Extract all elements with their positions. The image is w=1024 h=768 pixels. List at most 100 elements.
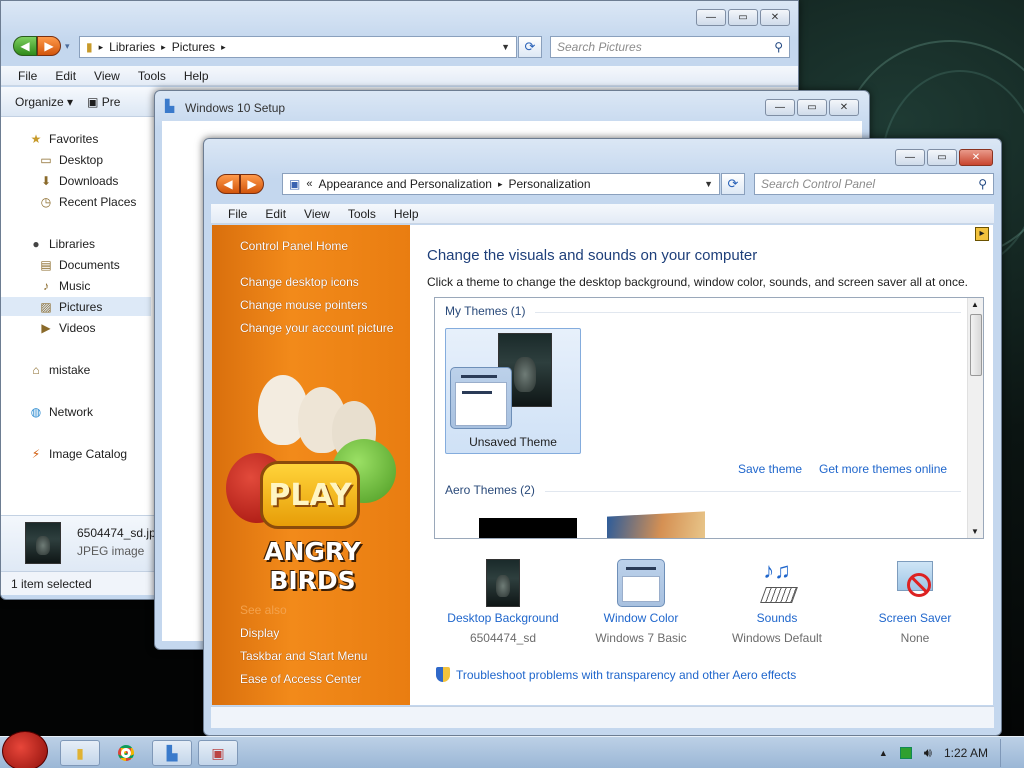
back-button[interactable]: ◀: [13, 36, 37, 56]
screen-saver-item[interactable]: Screen Saver None: [850, 559, 980, 645]
desktop-background-item[interactable]: Desktop Background 6504474_sd: [438, 559, 568, 645]
menu-view[interactable]: View: [85, 69, 129, 83]
setup-icon: ▙: [165, 99, 175, 113]
cp-caption-buttons: — ▭ ✕: [895, 149, 993, 166]
maximize-button[interactable]: ▭: [728, 9, 758, 26]
sidebar-item-mistake[interactable]: ⌂ mistake: [1, 360, 151, 379]
scroll-down-icon[interactable]: ▼: [971, 527, 979, 536]
organize-button[interactable]: Organize ▾: [15, 95, 73, 109]
minimize-button[interactable]: —: [696, 9, 726, 26]
theme-list[interactable]: My Themes (1) Unsaved Theme Save theme G…: [434, 297, 984, 539]
theme-preview-window: [450, 367, 512, 429]
sidebar-item-label: Documents: [59, 257, 120, 272]
menu-file[interactable]: File: [9, 69, 46, 83]
menu-view[interactable]: View: [295, 207, 339, 221]
sidebar-item-favorites[interactable]: ★ Favorites: [1, 129, 151, 148]
explorer-taskbar-button[interactable]: ▮: [60, 740, 100, 766]
chrome-taskbar-button[interactable]: [106, 740, 146, 766]
sounds-item[interactable]: ♪♫ Sounds Windows Default: [712, 559, 842, 646]
theme-list-scrollbar[interactable]: ▲ ▼: [967, 298, 983, 538]
maximize-button[interactable]: ▭: [797, 99, 827, 116]
minimize-button[interactable]: —: [895, 149, 925, 166]
window-color-item[interactable]: Window Color Windows 7 Basic: [576, 559, 706, 645]
address-dropdown-icon[interactable]: ▼: [704, 179, 713, 189]
menu-edit[interactable]: Edit: [256, 207, 295, 221]
display-link[interactable]: Display: [240, 626, 279, 640]
explorer-address-bar[interactable]: ▮ ▸ Libraries ▸ Pictures ▸ ▼: [79, 36, 517, 58]
get-more-themes-link[interactable]: Get more themes online: [819, 462, 947, 476]
control-panel-home-link[interactable]: Control Panel Home: [240, 239, 348, 253]
setup-title: Windows 10 Setup: [185, 101, 286, 115]
breadcrumb-libraries[interactable]: Libraries: [109, 40, 155, 54]
close-button[interactable]: ✕: [829, 99, 859, 116]
control-panel-taskbar-button[interactable]: ▣: [198, 740, 238, 766]
sidebar-item-downloads[interactable]: ⬇ Downloads: [1, 171, 151, 190]
setup-taskbar-button[interactable]: ▙: [152, 740, 192, 766]
aero-theme-preview[interactable]: [607, 511, 705, 538]
breadcrumb-pictures[interactable]: Pictures: [172, 40, 215, 54]
troubleshoot-link[interactable]: Troubleshoot problems with transparency …: [456, 668, 796, 682]
forward-button[interactable]: ▶: [240, 174, 264, 194]
homegroup-icon: ⌂: [32, 362, 40, 377]
forward-button[interactable]: ▶: [37, 36, 61, 56]
menu-tools[interactable]: Tools: [129, 69, 175, 83]
back-button[interactable]: ◀: [216, 174, 240, 194]
unsaved-theme-tile[interactable]: Unsaved Theme: [445, 328, 581, 454]
explorer-search-input[interactable]: Search Pictures ⚲: [550, 36, 790, 58]
aero-theme-preview[interactable]: [479, 518, 577, 538]
change-mouse-pointers-link[interactable]: Change mouse pointers: [240, 298, 367, 312]
sidebar-item-music[interactable]: ♪ Music: [1, 276, 151, 295]
cp-address-bar[interactable]: ▣ « Appearance and Personalization ▸ Per…: [282, 173, 720, 195]
cp-search-input[interactable]: Search Control Panel ⚲: [754, 173, 994, 195]
cp-task-pane: Control Panel Home Change desktop icons …: [212, 225, 410, 705]
ease-of-access-link[interactable]: Ease of Access Center: [240, 672, 361, 686]
save-theme-link[interactable]: Save theme: [738, 462, 802, 476]
scroll-up-icon[interactable]: ▲: [971, 300, 979, 309]
sidebar-item-libraries[interactable]: ● Libraries: [1, 234, 151, 253]
address-dropdown-icon[interactable]: ▼: [501, 42, 510, 52]
folder-icon: ▮: [76, 744, 84, 761]
menu-file[interactable]: File: [219, 207, 256, 221]
maximize-button[interactable]: ▭: [927, 149, 957, 166]
sidebar-item-network[interactable]: ◍ Network: [1, 402, 151, 421]
refresh-button[interactable]: ⟳: [721, 173, 745, 195]
network-icon[interactable]: [899, 747, 912, 759]
sidebar-item-pictures[interactable]: ▨ Pictures: [1, 297, 151, 316]
personalization-icon: ▣: [211, 744, 225, 761]
angry-birds-banner: PLAY ANGRY BIRDS: [220, 375, 405, 600]
sidebar-item-videos[interactable]: ▶ Videos: [1, 318, 151, 337]
recent-pages-icon[interactable]: ▾: [65, 41, 70, 52]
close-button[interactable]: ✕: [760, 9, 790, 26]
menu-tools[interactable]: Tools: [339, 207, 385, 221]
change-desktop-icons-link[interactable]: Change desktop icons: [240, 275, 359, 289]
menu-edit[interactable]: Edit: [46, 69, 85, 83]
explorer-menubar: File Edit View Tools Help: [1, 66, 798, 86]
taskbar-start-menu-link[interactable]: Taskbar and Start Menu: [240, 649, 367, 663]
sidebar-item-image-catalog[interactable]: ⚡ Image Catalog: [1, 444, 151, 463]
scroll-thumb[interactable]: [970, 314, 982, 376]
chrome-icon: [118, 745, 134, 761]
refresh-button[interactable]: ⟳: [518, 36, 542, 58]
clock[interactable]: 1:22 AM: [944, 746, 988, 760]
screen-saver-icon: [893, 559, 937, 607]
start-button[interactable]: [2, 731, 48, 768]
navigation-pane: ★ Favorites ▭ Desktop ⬇ Downloads ◷ Recent Plac…: [1, 117, 161, 515]
breadcrumb-personalization[interactable]: Personalization: [508, 177, 590, 191]
minimize-button[interactable]: —: [765, 99, 795, 116]
breadcrumb-appearance[interactable]: Appearance and Personalization: [318, 177, 491, 191]
sidebar-item-desktop[interactable]: ▭ Desktop: [1, 150, 151, 169]
desktop-background-icon: [486, 559, 520, 607]
sidebar-item-recent-places[interactable]: ◷ Recent Places: [1, 192, 151, 211]
sidebar-item-label: mistake: [49, 362, 91, 377]
help-icon[interactable]: ▸: [975, 227, 989, 241]
menu-help[interactable]: Help: [385, 207, 428, 221]
sidebar-item-documents[interactable]: ▤ Documents: [1, 255, 151, 274]
volume-icon[interactable]: 🔊︎: [924, 745, 932, 761]
desktop-icon: ▭: [40, 152, 52, 167]
show-desktop-button[interactable]: [1000, 739, 1010, 767]
change-account-picture-link[interactable]: Change your account picture: [240, 321, 393, 335]
menu-help[interactable]: Help: [175, 69, 218, 83]
close-button[interactable]: ✕: [959, 149, 993, 166]
preview-button[interactable]: ▣ Pre: [87, 95, 120, 109]
show-hidden-icons-icon[interactable]: ▲: [879, 748, 888, 758]
